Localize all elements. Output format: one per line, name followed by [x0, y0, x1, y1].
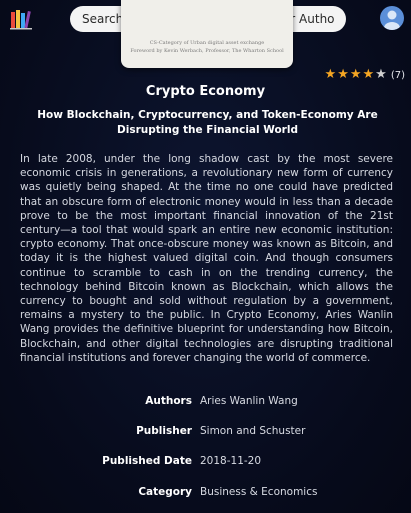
detail-row-authors: Authors Aries Wanlin Wang: [0, 395, 411, 415]
detail-label: Category: [138, 486, 192, 498]
star-filled-icon: ★: [324, 67, 337, 82]
star-filled-icon: ★: [349, 67, 362, 82]
star-filled-icon: ★: [337, 67, 349, 82]
detail-row-category: Category Business & Economics: [0, 486, 411, 506]
book-title: Crypto Economy: [145, 84, 266, 99]
book-cover: CS-Category of Urban digital asset excha…: [121, 0, 293, 68]
detail-value: 2018-11-20: [200, 455, 262, 467]
detail-value: Business & Economics: [200, 486, 318, 498]
cover-text-line: Foreword by Kevin Werbach, Professor, Th…: [130, 48, 284, 54]
user-avatar-icon[interactable]: [380, 6, 404, 30]
books-logo-icon[interactable]: [10, 8, 34, 30]
book-description: In late 2008, under the long shadow cast…: [20, 153, 393, 364]
detail-row-published-date: Published Date 2018-11-20: [0, 455, 411, 475]
detail-label: Published Date: [102, 455, 192, 467]
detail-row-publisher: Publisher Simon and Schuster: [0, 425, 411, 445]
cover-text-line: CS-Category of Urban digital asset excha…: [149, 40, 265, 46]
detail-label: Authors: [145, 395, 192, 407]
rating-count: (7): [390, 69, 405, 81]
detail-label: Publisher: [136, 425, 192, 437]
star-empty-icon: ★: [375, 67, 387, 82]
book-subtitle: How Blockchain, Cryptocurrency, and Toke…: [37, 109, 378, 136]
star-rating: ★ ★ ★ ★ ★ (7): [325, 68, 405, 82]
detail-value: Simon and Schuster: [200, 425, 306, 437]
star-filled-icon: ★: [362, 67, 375, 82]
detail-value: Aries Wanlin Wang: [200, 395, 298, 407]
